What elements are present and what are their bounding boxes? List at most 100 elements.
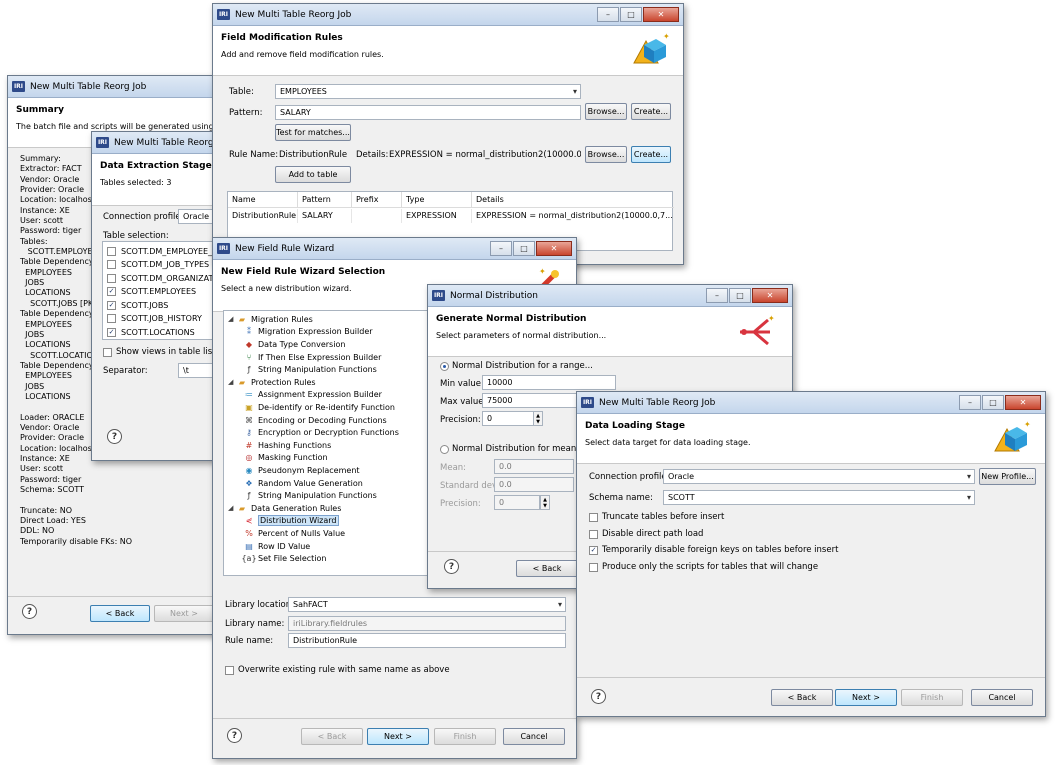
field-mod-title-bar[interactable]: IRI New Multi Table Reorg Job – □ ✕	[213, 4, 683, 26]
library-location-select[interactable]: SahFACT	[288, 597, 566, 612]
precision-field[interactable]: 0	[482, 411, 534, 426]
cancel-button[interactable]: Cancel	[503, 728, 565, 745]
help-icon[interactable]: ?	[444, 559, 459, 574]
help-icon[interactable]: ?	[227, 728, 242, 743]
show-views-checkbox[interactable]	[103, 348, 112, 357]
table-selection-list[interactable]: SCOTT.DM_EMPLOYEE_ SCOTT.DM_JOB_TYPES SCOT…	[102, 241, 220, 340]
maximize-button[interactable]: □	[513, 241, 535, 256]
create-button-2[interactable]: Create...	[631, 146, 671, 163]
tree-category[interactable]: ◢ ▰ Migration Rules	[228, 313, 313, 326]
tree-category[interactable]: ◢ ▰ Data Generation Rules	[228, 502, 341, 515]
table-checkbox[interactable]: ✓	[107, 287, 116, 296]
tree-item[interactable]: {a} Set File Selection	[241, 552, 326, 565]
table-list-item[interactable]: SCOTT.DM_JOB_TYPES	[107, 259, 209, 271]
help-icon[interactable]: ?	[22, 604, 37, 619]
tree-item[interactable]: # Hashing Functions	[244, 439, 332, 452]
pattern-field[interactable]: SALARY	[275, 105, 581, 120]
test-for-matches-button[interactable]: Test for matches...	[275, 124, 351, 141]
table-cell[interactable]: EXPRESSION	[402, 209, 472, 223]
load-option-checkbox[interactable]	[589, 529, 598, 539]
expand-toggle-icon[interactable]: ◢	[228, 504, 237, 512]
close-button[interactable]: ✕	[1005, 395, 1041, 410]
next-button[interactable]: Next >	[367, 728, 429, 745]
column-header-name[interactable]: Name	[228, 192, 298, 208]
table-cell[interactable]: EXPRESSION = normal_distribution2(10000.…	[472, 209, 674, 223]
wizard-title-bar[interactable]: IRI New Field Rule Wizard – □ ✕	[213, 238, 576, 260]
table-select[interactable]: EMPLOYEES	[275, 84, 581, 99]
table-checkbox[interactable]	[107, 260, 116, 269]
precision-spinner[interactable]: ▲ ▼	[533, 411, 543, 426]
column-header-pattern[interactable]: Pattern	[298, 192, 352, 208]
tree-item[interactable]: ▤ Row ID Value	[244, 540, 310, 553]
maximize-button[interactable]: □	[620, 7, 642, 22]
table-checkbox[interactable]	[107, 246, 116, 256]
add-to-table-button[interactable]: Add to table	[275, 166, 351, 183]
connection-profile-select[interactable]: Oracle	[663, 469, 975, 484]
column-header-details[interactable]: Details	[472, 192, 674, 208]
next-button[interactable]: Next >	[835, 689, 897, 706]
summary-title-bar[interactable]: IRI New Multi Table Reorg Job	[8, 76, 236, 98]
rule-name-field[interactable]: DistributionRule	[288, 633, 566, 648]
min-value-field[interactable]: 10000	[482, 375, 616, 390]
tree-category[interactable]: ◢ ▰ Protection Rules	[228, 376, 316, 389]
minimize-button[interactable]: –	[597, 7, 619, 22]
tree-item[interactable]: ⌘ Encoding or Decoding Functions	[244, 414, 387, 427]
loading-title-bar[interactable]: IRI New Multi Table Reorg Job – □ ✕	[577, 392, 1045, 414]
help-icon[interactable]: ?	[591, 689, 606, 704]
tree-item[interactable]: ◉ Pseudonym Replacement	[244, 464, 360, 477]
range-radio[interactable]	[440, 362, 449, 371]
table-cell[interactable]	[352, 209, 402, 223]
create-button[interactable]: Create...	[631, 103, 671, 120]
tree-item[interactable]: ƒ String Manipulation Functions	[244, 489, 377, 502]
normal-dist-title-bar[interactable]: IRI Normal Distribution – □ ✕	[428, 285, 792, 307]
next-button[interactable]: Next >	[154, 605, 214, 622]
table-list-item[interactable]: SCOTT.JOB_HISTORY	[107, 313, 202, 325]
table-cell[interactable]: DistributionRule	[228, 209, 298, 223]
help-icon[interactable]: ?	[107, 429, 122, 444]
close-button[interactable]: ✕	[752, 288, 788, 303]
expand-toggle-icon[interactable]: ◢	[228, 315, 237, 323]
overwrite-checkbox[interactable]	[225, 666, 234, 675]
finish-button[interactable]: Finish	[434, 728, 496, 745]
table-checkbox[interactable]	[107, 314, 116, 323]
close-button[interactable]: ✕	[536, 241, 572, 256]
minimize-button[interactable]: –	[959, 395, 981, 410]
table-checkbox[interactable]: ✓	[107, 327, 116, 337]
cancel-button[interactable]: Cancel	[971, 689, 1033, 706]
column-header-type[interactable]: Type	[402, 192, 472, 208]
tree-item[interactable]: ⑂ If Then Else Expression Builder	[244, 351, 382, 364]
maximize-button[interactable]: □	[729, 288, 751, 303]
table-checkbox[interactable]	[107, 273, 116, 283]
table-list-item[interactable]: SCOTT.DM_EMPLOYEE_	[107, 245, 212, 257]
finish-button[interactable]: Finish	[901, 689, 963, 706]
extraction-title-bar[interactable]: IRI New Multi Table Reorg Job	[92, 132, 220, 154]
maximize-button[interactable]: □	[982, 395, 1004, 410]
column-header-prefix[interactable]: Prefix	[352, 192, 402, 208]
table-checkbox[interactable]: ✓	[107, 300, 116, 310]
tree-item[interactable]: ƒ String Manipulation Functions	[244, 363, 377, 376]
tree-item[interactable]: ◆ Data Type Conversion	[244, 338, 346, 351]
load-option-checkbox[interactable]	[589, 513, 598, 522]
table-list-item[interactable]: ✓ SCOTT.JOBS	[107, 299, 168, 311]
tree-item[interactable]: ⚷ Encryption or Decryption Functions	[244, 426, 399, 439]
expand-toggle-icon[interactable]: ◢	[228, 378, 237, 386]
minimize-button[interactable]: –	[706, 288, 728, 303]
back-button[interactable]: < Back	[516, 560, 578, 577]
schema-name-select[interactable]: SCOTT	[663, 490, 975, 505]
tree-item[interactable]: ≔ Assignment Expression Builder	[244, 389, 382, 402]
load-option-checkbox[interactable]: ✓	[589, 546, 598, 555]
back-button[interactable]: < Back	[771, 689, 833, 706]
new-profile-button[interactable]: New Profile...	[979, 468, 1036, 485]
table-list-item[interactable]: SCOTT.DM_ORGANIZATI	[107, 272, 216, 284]
tree-item[interactable]: % Percent of Nulls Value	[244, 527, 345, 540]
mean-radio[interactable]	[440, 445, 449, 454]
browse-button-2[interactable]: Browse...	[585, 146, 627, 163]
table-list-item[interactable]: ✓ SCOTT.LOCATIONS	[107, 326, 195, 338]
tree-item[interactable]: ⋞ Distribution Wizard	[244, 515, 339, 528]
back-button[interactable]: < Back	[90, 605, 150, 622]
tree-item[interactable]: ▣ De-identify or Re-identify Function	[244, 401, 395, 414]
close-button[interactable]: ✕	[643, 7, 679, 22]
load-option-checkbox[interactable]	[589, 562, 598, 572]
tree-item[interactable]: ◎ Masking Function	[244, 452, 328, 465]
tree-item[interactable]: ❖ Random Value Generation	[244, 477, 362, 490]
